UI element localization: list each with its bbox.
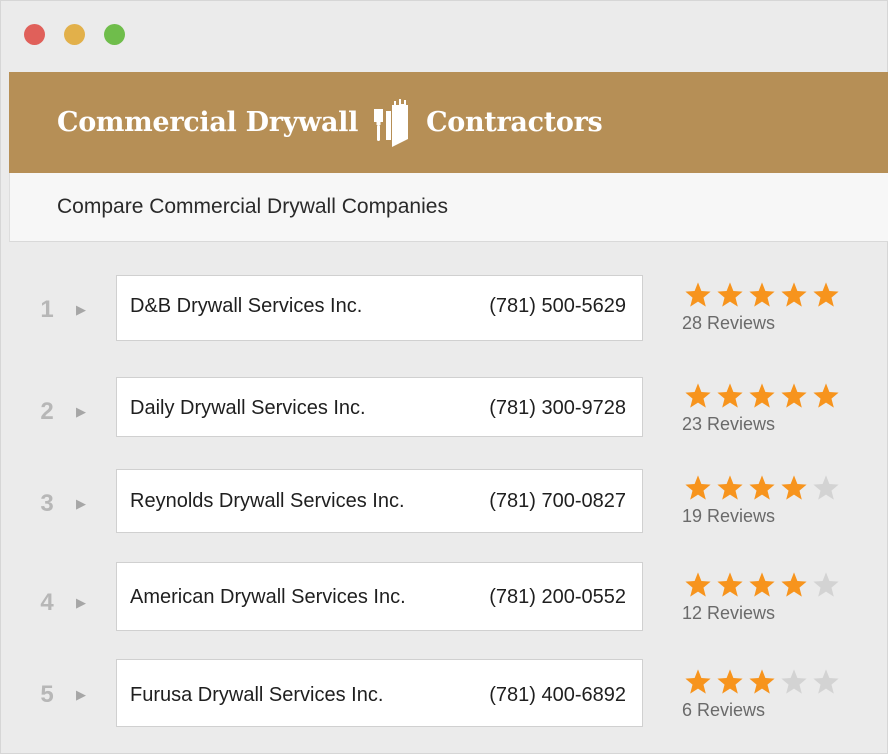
company-card[interactable]: Daily Drywall Services Inc. (781) 300-972… [116, 377, 643, 437]
star-filled-icon [781, 383, 807, 408]
listing-row: 2 ▶ Daily Drywall Services Inc. (781) 300-9… [1, 377, 888, 447]
star-rating [682, 281, 842, 309]
star-filled-icon [717, 572, 743, 597]
company-card[interactable]: American Drywall Services Inc. (781) 200-… [116, 562, 643, 631]
expand-arrow-icon[interactable]: ▶ [76, 404, 90, 420]
star-filled-icon [813, 383, 839, 408]
star-rating [682, 571, 842, 599]
company-card[interactable]: Furusa Drywall Services Inc. (781) 400-68… [116, 659, 643, 727]
expand-arrow-icon[interactable]: ▶ [76, 496, 90, 512]
star-filled-icon [781, 572, 807, 597]
brush-and-wall-icon [374, 98, 409, 147]
subheader-bar: Compare Commercial Drywall Companies [9, 173, 888, 242]
star-filled-icon [749, 383, 775, 408]
minimize-window-button[interactable] [64, 24, 85, 45]
star-filled-icon [781, 282, 807, 307]
company-phone[interactable]: (781) 500-5629 [489, 295, 626, 318]
star-empty-icon [813, 475, 839, 500]
reviews-link[interactable]: 28 Reviews [682, 313, 775, 334]
company-phone[interactable]: (781) 200-0552 [489, 586, 626, 609]
listing-row: 3 ▶ Reynolds Drywall Services Inc. (781) 70… [1, 469, 888, 539]
company-name[interactable]: American Drywall Services Inc. [130, 586, 406, 609]
star-filled-icon [749, 572, 775, 597]
star-filled-icon [685, 572, 711, 597]
site-header: Commercial Drywall Contractors [9, 72, 888, 173]
star-rating [682, 382, 842, 410]
company-name[interactable]: D&B Drywall Services Inc. [130, 295, 362, 318]
listing-rank: 5 [40, 681, 54, 708]
star-empty-icon [813, 669, 839, 694]
site-logo[interactable]: Commercial Drywall Contractors [57, 72, 603, 173]
star-filled-icon [717, 669, 743, 694]
star-rating [682, 668, 842, 696]
star-filled-icon [717, 383, 743, 408]
star-filled-icon [749, 669, 775, 694]
star-filled-icon [749, 475, 775, 500]
listing-rank: 1 [40, 296, 54, 323]
company-card[interactable]: D&B Drywall Services Inc. (781) 500-5629 [116, 275, 643, 341]
star-filled-icon [781, 475, 807, 500]
star-filled-icon [813, 282, 839, 307]
page-subtitle: Compare Commercial Drywall Companies [57, 195, 448, 218]
listing-row: 4 ▶ American Drywall Services Inc. (781) 20… [1, 562, 888, 632]
listing-rank: 2 [40, 398, 54, 425]
star-filled-icon [685, 383, 711, 408]
company-phone[interactable]: (781) 400-6892 [489, 684, 626, 707]
reviews-link[interactable]: 19 Reviews [682, 506, 775, 527]
company-name[interactable]: Daily Drywall Services Inc. [130, 397, 366, 420]
reviews-link[interactable]: 6 Reviews [682, 700, 765, 721]
reviews-link[interactable]: 23 Reviews [682, 414, 775, 435]
company-name[interactable]: Reynolds Drywall Services Inc. [130, 490, 405, 513]
expand-arrow-icon[interactable]: ▶ [76, 595, 90, 611]
logo-text-left: Commercial Drywall [57, 107, 359, 138]
company-card[interactable]: Reynolds Drywall Services Inc. (781) 700-… [116, 469, 643, 533]
star-filled-icon [717, 475, 743, 500]
expand-arrow-icon[interactable]: ▶ [76, 302, 90, 318]
company-phone[interactable]: (781) 700-0827 [489, 490, 626, 513]
listing-rank: 3 [40, 490, 54, 517]
star-filled-icon [685, 669, 711, 694]
company-name[interactable]: Furusa Drywall Services Inc. [130, 684, 383, 707]
expand-arrow-icon[interactable]: ▶ [76, 687, 90, 703]
reviews-link[interactable]: 12 Reviews [682, 603, 775, 624]
listing-rank: 4 [40, 589, 54, 616]
star-filled-icon [749, 282, 775, 307]
star-filled-icon [685, 282, 711, 307]
logo-text-right: Contractors [426, 107, 603, 138]
company-phone[interactable]: (781) 300-9728 [489, 397, 626, 420]
star-rating [682, 474, 842, 502]
star-empty-icon [781, 669, 807, 694]
close-window-button[interactable] [24, 24, 45, 45]
star-filled-icon [717, 282, 743, 307]
listing-row: 1 ▶ D&B Drywall Services Inc. (781) 500-562… [1, 275, 888, 345]
star-filled-icon [685, 475, 711, 500]
maximize-window-button[interactable] [104, 24, 125, 45]
listing-row: 5 ▶ Furusa Drywall Services Inc. (781) 400-… [1, 659, 888, 729]
app-window: Commercial Drywall Contractors Compare C… [0, 0, 888, 754]
star-empty-icon [813, 572, 839, 597]
